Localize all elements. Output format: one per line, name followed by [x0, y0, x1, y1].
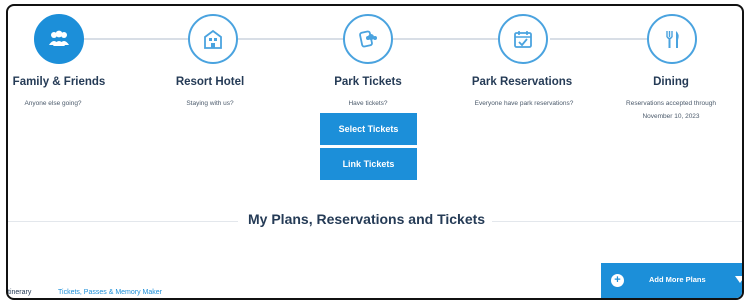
calendar-check-icon — [514, 31, 532, 48]
step-dining[interactable] — [647, 14, 697, 64]
step-park-tickets[interactable] — [343, 14, 393, 64]
step-title-family: Family & Friends — [12, 76, 106, 88]
select-tickets-button[interactable]: Select Tickets — [320, 113, 417, 145]
step-connector — [550, 38, 650, 40]
step-title-tickets: Park Tickets — [334, 76, 402, 88]
hotel-icon — [204, 29, 222, 49]
step-park-reservations[interactable] — [498, 14, 548, 64]
step-subtitle-reservations: Everyone have park reservations? — [474, 100, 574, 107]
step-resort-hotel[interactable] — [188, 14, 238, 64]
add-more-plans-label: Add More Plans — [649, 275, 706, 284]
chevron-down-icon — [735, 276, 742, 283]
dining-subtitle-line2: November 10, 2023 — [642, 113, 700, 120]
step-connector — [238, 38, 348, 40]
section-divider-left — [8, 221, 238, 222]
link-tickets-button[interactable]: Link Tickets — [320, 148, 417, 180]
fork-knife-icon — [666, 31, 679, 48]
tab-tickets-passes[interactable]: Tickets, Passes & Memory Maker — [58, 289, 162, 296]
step-subtitle-tickets: Have tickets? — [348, 100, 388, 107]
plans-section-title: My Plans, Reservations and Tickets — [248, 211, 486, 227]
plus-circle-icon: + — [611, 274, 624, 287]
ticket-icon — [359, 30, 377, 48]
dining-subtitle-line1: Reservations accepted through — [626, 100, 716, 107]
step-title-hotel: Resort Hotel — [175, 76, 245, 88]
add-more-plans-button[interactable]: + Add More Plans — [601, 263, 742, 298]
tab-itinerary[interactable]: tinerary — [8, 289, 31, 296]
step-title-reservations: Park Reservations — [471, 76, 573, 88]
step-subtitle-family: Anyone else going? — [24, 100, 82, 107]
section-divider-right — [492, 221, 742, 222]
family-icon — [49, 30, 69, 46]
step-family-friends[interactable] — [34, 14, 84, 64]
step-connector — [78, 38, 192, 40]
step-connector — [393, 38, 503, 40]
step-subtitle-dining: Reservations accepted through November 1… — [626, 97, 716, 123]
planner-frame: Family & Friends Anyone else going? Reso… — [6, 4, 744, 300]
step-title-dining: Dining — [653, 76, 689, 88]
step-subtitle-hotel: Staying with us? — [186, 100, 234, 107]
